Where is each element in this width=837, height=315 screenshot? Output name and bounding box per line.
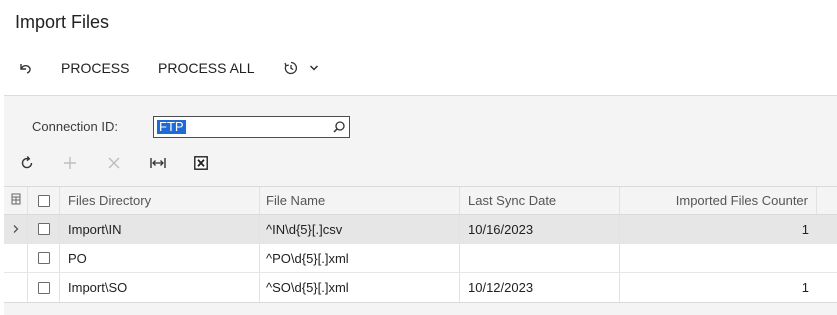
column-header-imported-files-counter[interactable]: Imported Files Counter [620, 187, 817, 214]
add-row-button[interactable] [62, 151, 78, 179]
column-chooser-button[interactable] [4, 187, 28, 214]
files-directory-cell[interactable]: PO [60, 244, 260, 272]
last-sync-date-cell[interactable] [460, 244, 620, 272]
row-checkbox[interactable] [37, 223, 50, 235]
connection-id-value[interactable]: FTP [157, 120, 186, 134]
imported-files-counter-cell[interactable]: 1 [620, 215, 817, 243]
fit-columns-icon [149, 155, 167, 176]
chevron-down-icon[interactable] [309, 64, 319, 72]
connection-id-field[interactable]: FTP [153, 116, 350, 138]
row-selector[interactable] [4, 273, 28, 302]
export-excel-icon [194, 155, 208, 175]
refresh-icon [19, 155, 35, 176]
search-icon[interactable] [332, 120, 346, 139]
row-selector[interactable] [4, 215, 28, 243]
process-all-button[interactable]: PROCESS ALL [158, 52, 255, 84]
grid-header: Files Directory File Name Last Sync Date… [4, 187, 837, 215]
add-icon [62, 155, 78, 176]
column-header-last-sync-date[interactable]: Last Sync Date [460, 187, 620, 214]
select-all-checkbox[interactable] [37, 194, 50, 207]
process-button[interactable]: PROCESS [61, 52, 129, 84]
row-checkbox-cell[interactable] [28, 244, 60, 272]
undo-button[interactable] [17, 52, 33, 84]
file-name-cell[interactable]: ^IN\d{5}[.]csv [260, 215, 460, 243]
grid-toolbar [4, 151, 837, 179]
row-checkbox-cell[interactable] [28, 273, 60, 302]
delete-icon [106, 155, 122, 176]
table-row[interactable]: Import\SO ^SO\d{5}[.]xml 10/12/2023 1 [4, 273, 837, 302]
export-excel-button[interactable] [194, 151, 208, 179]
column-header-files-directory[interactable]: Files Directory [60, 187, 260, 214]
last-sync-date-cell[interactable]: 10/12/2023 [460, 273, 620, 302]
refresh-button[interactable] [19, 151, 35, 179]
import-files-grid: Files Directory File Name Last Sync Date… [4, 186, 837, 303]
column-settings-icon [11, 193, 21, 208]
delete-row-button[interactable] [106, 151, 122, 179]
row-checkbox-cell[interactable] [28, 215, 60, 243]
connection-id-label: Connection ID: [32, 119, 118, 134]
files-directory-cell[interactable]: Import\SO [60, 273, 260, 302]
page-title: Import Files [15, 12, 110, 32]
table-row[interactable]: PO ^PO\d{5}[.]xml [4, 244, 837, 273]
row-checkbox[interactable] [37, 252, 50, 264]
content-panel: Connection ID: FTP Files Directory File … [4, 95, 837, 315]
undo-icon [17, 60, 33, 76]
row-selector[interactable] [4, 244, 28, 272]
row-checkbox[interactable] [37, 281, 50, 294]
chevron-right-icon [12, 222, 20, 237]
imported-files-counter-cell[interactable] [620, 244, 817, 272]
schedule-icon [283, 60, 299, 76]
file-name-cell[interactable]: ^SO\d{5}[.]xml [260, 273, 460, 302]
files-directory-cell[interactable]: Import\IN [60, 215, 260, 243]
table-row[interactable]: Import\IN ^IN\d{5}[.]csv 10/16/2023 1 [4, 215, 837, 244]
file-name-cell[interactable]: ^PO\d{5}[.]xml [260, 244, 460, 272]
fit-columns-button[interactable] [149, 151, 167, 179]
column-header-file-name[interactable]: File Name [260, 187, 460, 214]
last-sync-date-cell[interactable]: 10/16/2023 [460, 215, 620, 243]
schedule-button[interactable] [283, 52, 319, 84]
select-all-checkbox-cell[interactable] [28, 187, 60, 214]
imported-files-counter-cell[interactable]: 1 [620, 273, 817, 302]
main-toolbar: PROCESS PROCESS ALL [0, 52, 837, 84]
